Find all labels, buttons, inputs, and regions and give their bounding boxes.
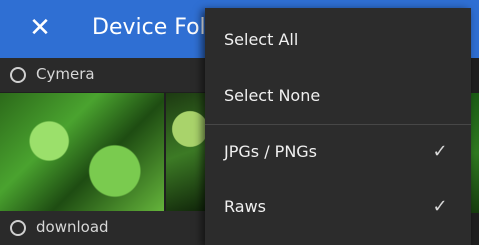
menu-item-jpgs-pngs[interactable]: JPGs / PNGs ✓	[205, 125, 471, 179]
menu-item-label: Select None	[224, 86, 321, 105]
section-label: Cymera	[36, 65, 95, 83]
photo-thumbnail[interactable]	[166, 93, 206, 213]
radio-icon[interactable]	[10, 67, 26, 83]
menu-item-label: JPGs / PNGs	[224, 142, 318, 161]
section-label: download	[36, 218, 109, 236]
section-header-cymera[interactable]: Cymera	[0, 58, 205, 92]
page-title: Device Fol	[92, 15, 206, 40]
menu-item-select-none[interactable]: Select None	[205, 69, 471, 123]
section-header-download[interactable]: download	[0, 211, 205, 245]
checkmark-icon: ✓	[432, 196, 448, 217]
menu-item-raws[interactable]: Raws ✓	[205, 180, 471, 234]
menu-item-label: Raws	[224, 197, 266, 216]
menu-item-label: Select All	[224, 30, 299, 49]
photo-thumbnail[interactable]	[471, 93, 479, 213]
menu-item-select-all[interactable]: Select All	[205, 13, 471, 67]
checkmark-icon: ✓	[432, 141, 448, 162]
radio-icon[interactable]	[10, 220, 26, 236]
filter-menu: Select All Select None JPGs / PNGs ✓ Raw…	[205, 8, 471, 245]
photo-thumbnail[interactable]	[0, 93, 164, 213]
close-icon[interactable]: ✕	[26, 14, 54, 42]
